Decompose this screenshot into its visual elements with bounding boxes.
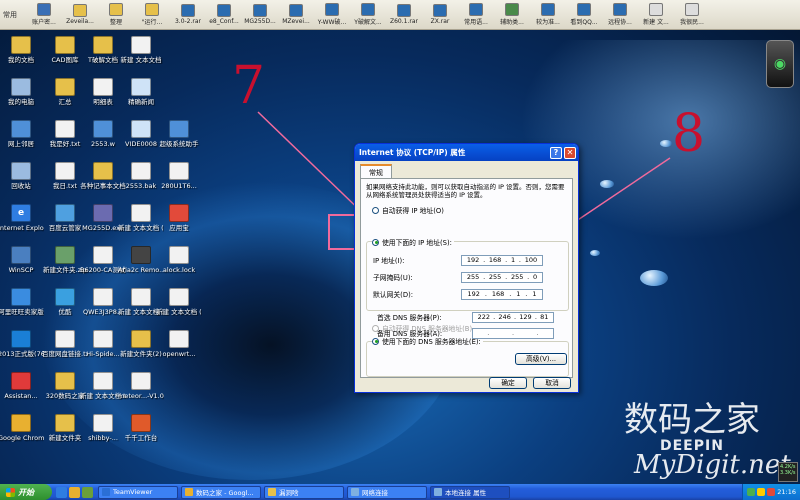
taskbar-button[interactable]: 网络连接 (347, 485, 427, 499)
start-label: 开始 (18, 487, 34, 497)
ip-octet: 192 (466, 256, 480, 264)
dialog-titlebar[interactable]: Internet 协议 (TCP/IP) 属性 ? ✕ (355, 144, 578, 161)
taskbar-button[interactable]: 漏洞啥 (264, 485, 344, 499)
watermark-cn: 数码之家 (624, 400, 760, 440)
subnet-octet: 0 (532, 273, 538, 281)
alternate-dns-field[interactable]: . . . (472, 327, 554, 339)
system-tray: 21:16 (742, 484, 800, 500)
taskbar-button[interactable]: 数码之家 - Googl... (181, 485, 261, 499)
gateway-octet: 168 (491, 290, 505, 298)
gateway-octet: 1 (532, 290, 537, 298)
download-speed: 3.3K/s (780, 470, 796, 476)
tray-volume-icon[interactable] (757, 488, 766, 496)
clock[interactable]: 21:16 (777, 488, 796, 496)
app-icon (434, 488, 442, 496)
general-panel: 如果网络支持此功能，则可以获取自动指派的 IP 设置。否则，您需要从网络系统管理… (360, 178, 573, 378)
alternate-dns-row: 备用 DNS 服务器(A): . . . (377, 326, 567, 340)
alternate-dns-label: 备用 DNS 服务器(A): (377, 330, 443, 338)
subnet-octet: 255 (466, 273, 480, 281)
preferred-dns-row: 首选 DNS 服务器(P): 222. 246. 129. 81 (377, 310, 567, 324)
ip-address-row: IP 地址(I): 192. 168. 1. 100 (373, 253, 563, 267)
show-desktop-icon[interactable] (82, 486, 93, 498)
dns-octet: 129 (519, 313, 532, 321)
task-list: TeamViewer 数码之家 - Googl... 漏洞啥 网络连接 本地连接 属性 (95, 485, 510, 499)
tray-network-icon[interactable] (747, 488, 756, 496)
dns-octet: 222 (477, 313, 490, 321)
dialog-description: 如果网络支持此功能，则可以获取自动指派的 IP 设置。否则，您需要从网络系统管理… (366, 183, 565, 199)
manual-ip-radio[interactable] (372, 238, 379, 246)
ie-icon[interactable] (56, 486, 67, 498)
ok-button[interactable]: 确定 (489, 377, 527, 389)
tab-general[interactable]: 常规 (360, 164, 392, 178)
manual-ip-option[interactable]: 使用下面的 IP 地址(S): (372, 237, 454, 247)
cancel-button[interactable]: 取消 (533, 377, 571, 389)
close-button[interactable]: ✕ (564, 146, 576, 159)
auto-ip-label: 自动获得 IP 地址(O) (382, 207, 444, 215)
dns-octet: 81 (540, 313, 549, 321)
auto-ip-option[interactable]: 自动获得 IP 地址(O) (372, 205, 567, 215)
preferred-dns-label: 首选 DNS 服务器(P): (377, 314, 442, 322)
manual-ip-label: 使用下面的 IP 地址(S): (382, 239, 452, 247)
taskbar-button-label: 漏洞啥 (279, 489, 299, 497)
gateway-octet: 192 (467, 290, 480, 298)
ip-fields: IP 地址(I): 192. 168. 1. 100 子网掩码(U): 255.… (373, 253, 563, 301)
start-button[interactable]: 开始 (0, 484, 52, 500)
dns-fields: 首选 DNS 服务器(P): 222. 246. 129. 81 备用 DNS … (377, 310, 567, 340)
dns-separator: . (536, 329, 539, 337)
gateway-field[interactable]: 192. 168. 1. 1 (461, 288, 543, 300)
subnet-octet: 255 (510, 273, 524, 281)
annotation-number-8: 8 (672, 104, 706, 164)
gateway-label: 默认网关(D): (373, 291, 414, 299)
taskbar-button-label: 本地连接 属性 (445, 489, 487, 497)
app-icon (268, 488, 276, 496)
subnet-mask-label: 子网掩码(U): (373, 274, 413, 282)
tray-security-icon[interactable] (767, 488, 776, 496)
taskbar-button-label: 数码之家 - Googl... (196, 489, 254, 497)
quick-launch-tray (56, 486, 95, 498)
taskbar-button[interactable]: 本地连接 属性 (430, 485, 510, 499)
annotation-number-7: 7 (232, 56, 266, 116)
network-speed-meter: 4.2K/s 3.3K/s (778, 462, 798, 482)
gateway-row: 默认网关(D): 192. 168. 1. 1 (373, 287, 563, 301)
ip-address-label: IP 地址(I): (373, 257, 405, 265)
ip-octet: 1 (510, 256, 516, 264)
preferred-dns-field[interactable]: 222. 246. 129. 81 (472, 311, 554, 323)
subnet-mask-field[interactable]: 255. 255. 255. 0 (461, 271, 543, 283)
auto-ip-radio[interactable] (372, 206, 379, 214)
taskbar-button-label: TeamViewer (113, 488, 153, 496)
advanced-button[interactable]: 高级(V)... (515, 353, 567, 365)
dialog-title: Internet 协议 (TCP/IP) 属性 (359, 148, 466, 157)
dns-separator: . (511, 329, 515, 337)
app-icon (351, 488, 359, 496)
windows-logo-icon (6, 487, 15, 497)
subnet-octet: 255 (488, 273, 502, 281)
taskbar-button-label: 网络连接 (362, 489, 388, 497)
app-icon (102, 488, 110, 496)
taskbar-button[interactable]: TeamViewer (98, 485, 178, 499)
taskbar: 开始 TeamViewer 数码之家 - Googl... 漏洞啥 网络连接 本地连接 … (0, 484, 800, 500)
watermark-en: MyDigit.net (634, 450, 791, 480)
dialog-tabs: 常规 (355, 161, 578, 178)
help-button[interactable]: ? (550, 146, 562, 159)
subnet-mask-row: 子网掩码(U): 255. 255. 255. 0 (373, 270, 563, 284)
ip-octet: 168 (488, 256, 502, 264)
ip-octet: 100 (524, 256, 538, 264)
app-icon (185, 488, 193, 496)
dns-separator: . (487, 329, 490, 337)
tcpip-properties-dialog: Internet 协议 (TCP/IP) 属性 ? ✕ 常规 如果网络支持此功能… (354, 143, 579, 393)
ip-address-field[interactable]: 192. 168. 1. 100 (461, 254, 543, 266)
chrome-icon[interactable] (69, 486, 80, 498)
gateway-octet: 1 (516, 290, 521, 298)
dns-octet: 246 (498, 313, 511, 321)
